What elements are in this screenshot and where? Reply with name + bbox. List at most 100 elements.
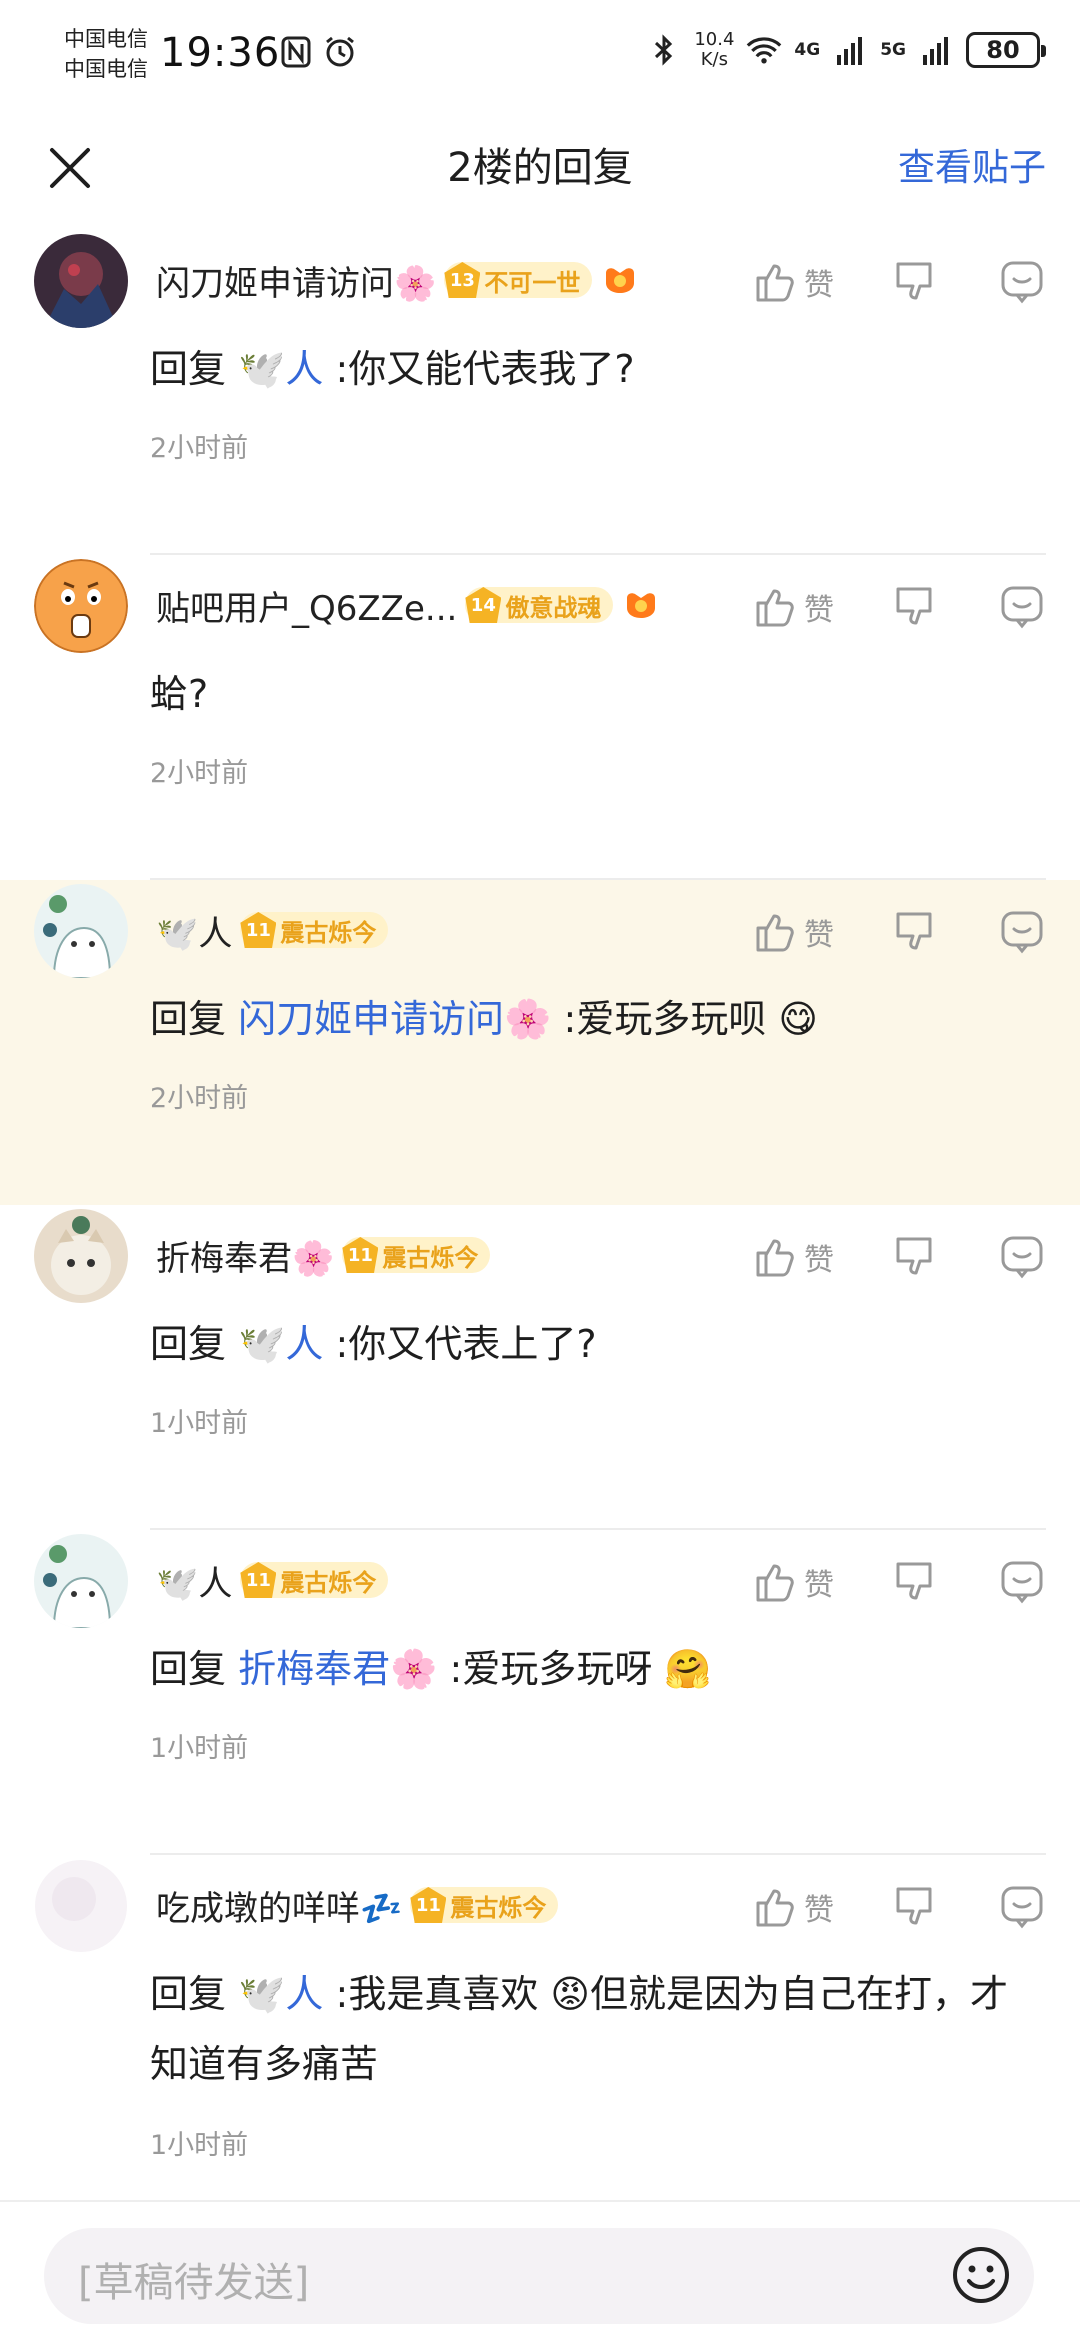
username[interactable]: 🕊️人	[156, 1556, 232, 1605]
level-number: 13	[444, 262, 481, 298]
wifi-icon	[746, 32, 782, 68]
reply-time: 2小时前	[150, 758, 249, 789]
level-badge[interactable]: 11 震古烁今	[342, 1237, 491, 1273]
reply-prefix: 回复	[150, 1972, 227, 2016]
dislike-button[interactable]	[884, 1877, 944, 1937]
comment-button[interactable]	[992, 1227, 1052, 1287]
avatar[interactable]	[34, 1534, 128, 1628]
like-button[interactable]: 赞	[752, 585, 862, 629]
net-speed-value: 10.4	[694, 29, 735, 50]
network-5g-label: 5G	[880, 40, 906, 60]
username[interactable]: 吃成墩的咩咩💤	[156, 1881, 402, 1930]
level-badge[interactable]: 11 震古烁今	[240, 1562, 389, 1598]
reply-time: 1小时前	[150, 1408, 249, 1439]
level-number: 11	[410, 1887, 447, 1923]
mention-link[interactable]: 🕊️人	[238, 1322, 323, 1366]
reply-time: 2小时前	[150, 1083, 249, 1114]
like-label: 赞	[804, 1893, 834, 1928]
reply-content: 回复 折梅奉君🌸 :爱玩多玩呀 🤗	[150, 1634, 1030, 1704]
dislike-button[interactable]	[884, 902, 944, 962]
signal-icon	[918, 32, 954, 68]
draft-placeholder: [草稿待发送]	[78, 2260, 310, 2306]
comment-button[interactable]	[992, 577, 1052, 637]
like-button[interactable]: 赞	[752, 260, 862, 304]
username[interactable]: 闪刀姬申请访问🌸	[156, 256, 436, 305]
reply-input[interactable]: [草稿待发送]	[44, 2228, 1034, 2324]
comment-icon	[1001, 1561, 1043, 1604]
dislike-button[interactable]	[884, 1552, 944, 1612]
reply-content: 回复 🕊️人 :你又代表上了?	[150, 1309, 1030, 1379]
reply-text: :你又代表上了?	[335, 1322, 597, 1366]
reply-text: :你又能代表我了?	[335, 347, 635, 391]
battery-indicator: 80	[966, 32, 1046, 68]
like-button[interactable]: 赞	[752, 1235, 862, 1279]
comment-button[interactable]	[992, 1877, 1052, 1937]
reply-item: 闪刀姬申请访问🌸 13 不可一世 赞 回复 🕊️人 :你又能代表我了? 2小时前	[0, 230, 1080, 555]
net-speed: 10.4 K/s	[694, 30, 734, 70]
mention-link[interactable]: 折梅奉君🌸	[238, 1647, 437, 1691]
avatar[interactable]	[34, 1859, 128, 1953]
level-badge[interactable]: 13 不可一世	[444, 262, 593, 298]
avatar[interactable]	[34, 559, 128, 653]
battery-level: 80	[986, 36, 1020, 64]
reply-actions: 赞	[752, 577, 1052, 637]
bluetooth-icon	[646, 32, 682, 68]
user-row: 🕊️人 11 震古烁今	[156, 1550, 389, 1610]
mention-link[interactable]: 🕊️人	[238, 1972, 323, 2016]
thumbs-up-icon	[756, 589, 794, 627]
mention-link[interactable]: 🕊️人	[238, 347, 323, 391]
reply-content: 回复 🕊️人 :你又能代表我了?	[150, 334, 1030, 404]
status-bar: 中国电信 中国电信 19:36 10.4 K/s 4G 5G 80	[0, 0, 1080, 110]
reply-item-highlighted: 🕊️人 11 震古烁今 赞 回复 闪刀姬申请访问🌸 :爱玩多玩呗 😋 2小时前	[0, 880, 1080, 1205]
clock: 19:36	[160, 30, 281, 76]
dislike-button[interactable]	[884, 1227, 944, 1287]
level-badge[interactable]: 11 震古烁今	[240, 912, 389, 948]
mention-link[interactable]: 闪刀姬申请访问🌸	[238, 997, 551, 1041]
signal-icon	[832, 32, 868, 68]
view-post-link[interactable]: 查看贴子	[898, 144, 1046, 192]
thumbs-down-icon	[896, 1237, 932, 1275]
thumbs-up-icon	[756, 1239, 794, 1277]
carrier-2: 中国电信	[64, 57, 148, 81]
username[interactable]: 贴吧用户_Q6ZZe...	[156, 581, 457, 630]
comment-icon	[1001, 261, 1043, 304]
comment-button[interactable]	[992, 252, 1052, 312]
like-label: 赞	[804, 268, 834, 303]
like-label: 赞	[804, 918, 834, 953]
comment-icon	[1001, 1886, 1043, 1929]
comment-button[interactable]	[992, 902, 1052, 962]
emoji-button[interactable]	[948, 2242, 1014, 2308]
reply-list: 闪刀姬申请访问🌸 13 不可一世 赞 回复 🕊️人 :你又能代表我了? 2小时前…	[0, 230, 1080, 2215]
level-number: 11	[240, 1562, 277, 1598]
reply-actions: 赞	[752, 902, 1052, 962]
dislike-button[interactable]	[884, 577, 944, 637]
reply-item: 🕊️人 11 震古烁今 赞 回复 折梅奉君🌸 :爱玩多玩呀 🤗 1小时前	[0, 1530, 1080, 1855]
dislike-button[interactable]	[884, 252, 944, 312]
level-badge[interactable]: 14 傲意战魂	[465, 587, 614, 623]
avatar[interactable]	[34, 884, 128, 978]
username[interactable]: 🕊️人	[156, 906, 232, 955]
reply-prefix: 回复	[150, 1647, 227, 1691]
level-title: 傲意战魂	[505, 593, 602, 622]
avatar[interactable]	[34, 234, 128, 328]
like-button[interactable]: 赞	[752, 1885, 862, 1929]
reply-content: 蛤?	[150, 659, 1030, 729]
like-button[interactable]: 赞	[752, 1560, 862, 1604]
reply-prefix: 回复	[150, 347, 227, 391]
thumbs-up-icon	[756, 264, 794, 302]
like-button[interactable]: 赞	[752, 910, 862, 954]
reply-text: :爱玩多玩呗 😋	[563, 997, 819, 1041]
comment-button[interactable]	[992, 1552, 1052, 1612]
level-badge[interactable]: 11 震古烁今	[410, 1887, 559, 1923]
level-number: 11	[240, 912, 277, 948]
level-title: 不可一世	[484, 268, 581, 297]
level-title: 震古烁今	[280, 1568, 377, 1597]
medal-icon	[621, 588, 661, 622]
reply-time: 1小时前	[150, 1733, 249, 1764]
level-title: 震古烁今	[382, 1243, 479, 1272]
reply-actions: 赞	[752, 1552, 1052, 1612]
username[interactable]: 折梅奉君🌸	[156, 1231, 334, 1280]
reply-prefix: 回复	[150, 997, 227, 1041]
comment-icon	[1001, 911, 1043, 954]
avatar[interactable]	[34, 1209, 128, 1303]
